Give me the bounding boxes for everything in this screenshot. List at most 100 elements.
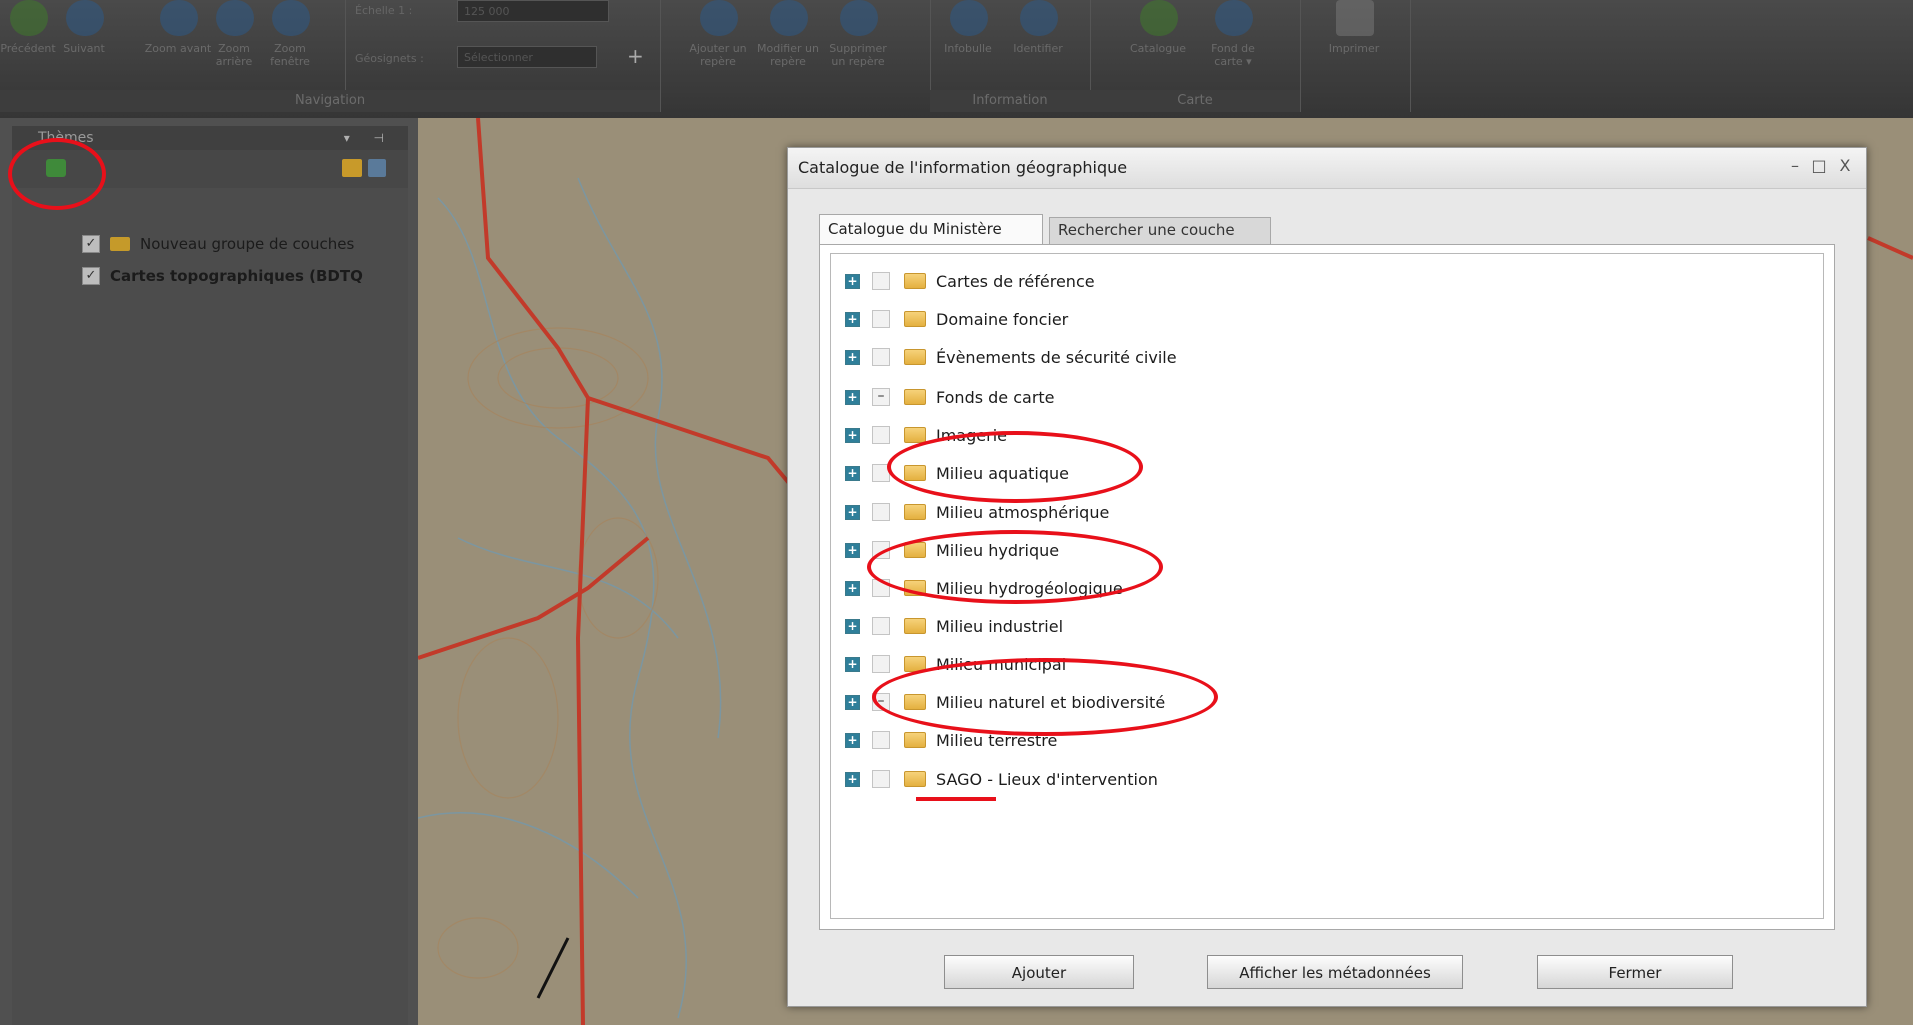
expand-icon[interactable]: + [845,349,860,365]
item-checkbox[interactable] [872,272,890,290]
item-checkbox[interactable] [872,348,890,366]
item-checkbox[interactable] [872,310,890,328]
list-item[interactable]: + – Fonds de carte [845,382,1055,412]
list-item[interactable]: + Milieu hydrique [845,535,1059,565]
new-group-folder-icon[interactable] [342,159,362,177]
edit-marker-button[interactable]: Modifier un repère [757,0,819,86]
list-item[interactable]: + Domaine foncier [845,304,1068,334]
basemap-button[interactable]: Fond de carte ▾ [1205,0,1261,86]
ribbon-group-markers: Ajouter un repère Modifier un repère Sup… [660,0,931,112]
next-button[interactable]: Suivant [56,0,112,86]
layer-group-checkbox[interactable]: ✓ [82,235,100,253]
forward-arrow-icon [66,0,104,36]
expand-icon[interactable]: + [845,465,860,481]
close-button[interactable]: Fermer [1537,955,1733,989]
themes-panel-header: Thèmes ▾ ⊣ [12,126,408,150]
folder-icon [904,771,926,787]
expand-icon[interactable]: + [845,771,860,787]
printer-icon [1336,0,1374,36]
list-item[interactable]: + Milieu aquatique [845,458,1069,488]
layer-properties-icon[interactable] [368,159,386,177]
previous-button[interactable]: Précédent [0,0,56,86]
group-label-information: Information [930,90,1090,112]
add-layer-icon[interactable] [46,159,66,177]
edit-marker-icon [770,0,808,36]
delete-marker-button[interactable]: Supprimer un repère [829,0,887,86]
minimize-icon[interactable]: – [1784,156,1806,176]
item-checkbox[interactable] [872,617,890,635]
folder-icon [904,465,926,481]
zoom-in-button[interactable]: Zoom avant [145,0,211,86]
list-item[interactable]: + Milieu hydrogéologique [845,573,1123,603]
item-checkbox[interactable] [872,731,890,749]
item-label: Domaine foncier [936,309,1069,329]
layer-group-row[interactable]: ✓ Nouveau groupe de couches [82,230,354,258]
layer-topo-checkbox[interactable]: ✓ [82,267,100,285]
item-checkbox[interactable] [872,541,890,559]
layer-topo-row[interactable]: ✓ Cartes topographiques (BDTQ [82,262,363,290]
item-checkbox[interactable] [872,426,890,444]
layer-topo-label: Cartes topographiques (BDTQ [110,267,363,285]
tooltip-icon [950,0,988,36]
list-item[interactable]: + – Milieu naturel et biodiversité [845,687,1165,717]
expand-icon[interactable]: + [845,504,860,520]
item-checkbox[interactable] [872,503,890,521]
list-item[interactable]: + Milieu industriel [845,611,1063,641]
tab-catalogue-ministere[interactable]: Catalogue du Ministère [819,214,1043,245]
item-checkbox[interactable]: – [872,388,890,406]
bookmarks-label: Géosignets : [355,52,424,65]
print-button[interactable]: Imprimer [1326,0,1382,86]
zoom-window-button[interactable]: Zoom fenêtre [262,0,318,86]
item-label: Milieu aquatique [936,463,1069,483]
themes-panel-inner: Thèmes ▾ ⊣ ✓ Nouveau groupe de couches ✓… [12,126,408,1025]
item-checkbox[interactable] [872,655,890,673]
zoom-out-icon [216,0,254,36]
list-item[interactable]: + Milieu terrestre [845,725,1057,755]
tab-rechercher-couche[interactable]: Rechercher une couche [1049,217,1271,244]
expand-icon[interactable]: + [845,580,860,596]
identify-button[interactable]: Identifier [1010,0,1066,86]
item-checkbox[interactable] [872,770,890,788]
expand-icon[interactable]: + [845,732,860,748]
list-item[interactable]: + Milieu municipal [845,649,1066,679]
panel-pin-icon[interactable]: ▾ ⊣ [344,126,394,150]
expand-icon[interactable]: + [845,656,860,672]
folder-icon [904,349,926,365]
expand-icon[interactable]: + [845,427,860,443]
group-label-navigation: Navigation [0,90,660,112]
list-item[interactable]: + Imagerie [845,420,1007,450]
close-icon[interactable]: X [1834,156,1856,176]
expand-icon[interactable]: + [845,618,860,634]
expand-icon[interactable]: + [845,389,860,405]
folder-icon [904,694,926,710]
expand-icon[interactable]: + [845,273,860,289]
list-item[interactable]: + SAGO - Lieux d'intervention [845,764,1158,794]
add-button[interactable]: Ajouter [944,955,1134,989]
add-bookmark-plus-icon[interactable]: + [627,44,644,68]
show-metadata-button[interactable]: Afficher les métadonnées [1207,955,1463,989]
tooltip-button[interactable]: Infobulle [940,0,996,86]
back-arrow-icon [10,0,48,36]
add-marker-button[interactable]: Ajouter un repère [689,0,747,86]
folder-icon [904,542,926,558]
item-checkbox[interactable] [872,464,890,482]
maximize-icon[interactable]: □ [1808,156,1830,176]
expand-icon[interactable]: + [845,542,860,558]
folder-icon [904,389,926,405]
item-checkbox[interactable] [872,579,890,597]
dialog-titlebar[interactable]: Catalogue de l'information géographique … [788,148,1866,189]
expand-icon[interactable]: + [845,694,860,710]
zoom-out-button[interactable]: Zoom arrière [206,0,262,86]
list-item[interactable]: + Milieu atmosphérique [845,497,1109,527]
ribbon-group-information: Infobulle Identifier Information [930,0,1091,112]
item-label: Cartes de référence [936,271,1095,291]
zoom-in-icon [160,0,198,36]
expand-icon[interactable]: + [845,311,860,327]
list-item[interactable]: + Cartes de référence [845,266,1095,296]
item-checkbox[interactable]: – [872,693,890,711]
folder-icon [904,580,926,596]
catalog-button[interactable]: Catalogue [1130,0,1186,86]
list-item[interactable]: + Évènements de sécurité civile [845,342,1177,372]
bookmarks-select[interactable]: Sélectionner [457,46,597,68]
scale-field[interactable]: 125 000 [457,0,609,22]
